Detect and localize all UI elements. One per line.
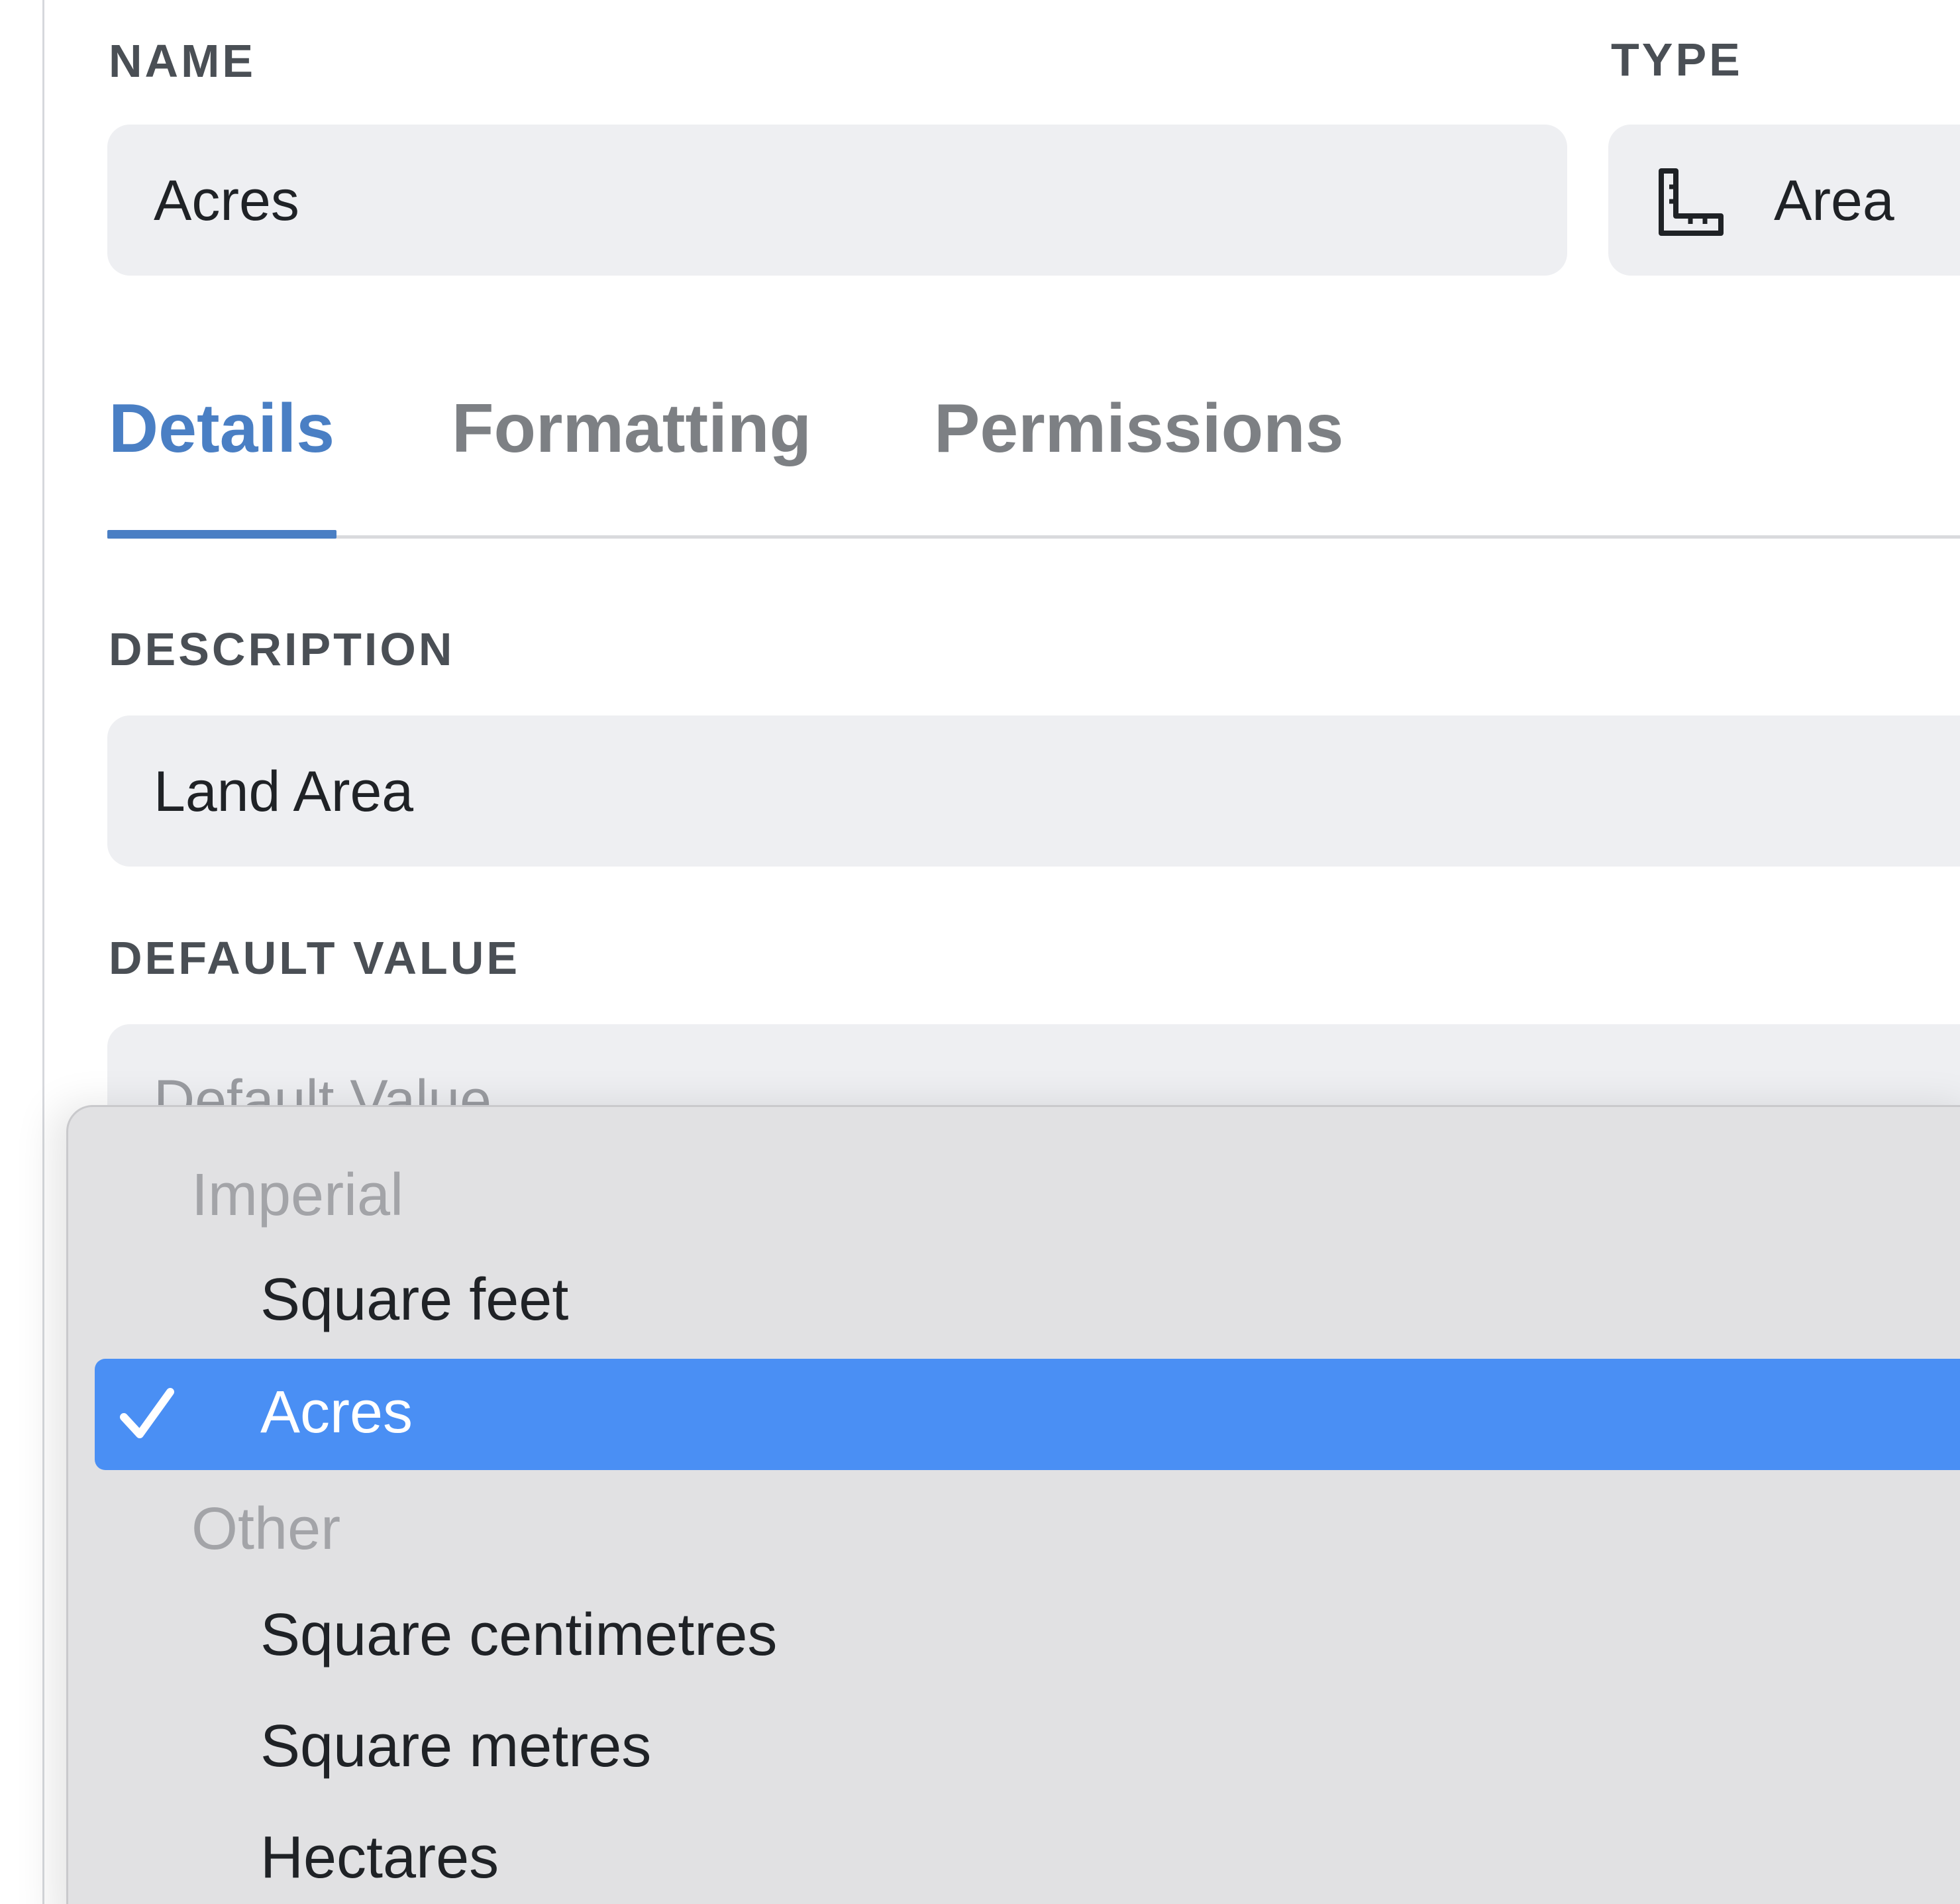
description-input[interactable]: Land Area bbox=[107, 715, 1960, 867]
name-input-value: Acres bbox=[154, 169, 299, 233]
ruler-icon bbox=[1659, 168, 1724, 236]
type-label: TYPE bbox=[1611, 34, 1743, 85]
panel-left-border bbox=[42, 0, 44, 1904]
option-label: Square centimetres bbox=[260, 1602, 778, 1668]
unit-dropdown-menu: Imperial Square feet Acres Other Square … bbox=[66, 1105, 1960, 1904]
description-input-value: Land Area bbox=[154, 760, 414, 823]
field-editor-panel: NAME Acres TYPE Area Details Formatting … bbox=[0, 0, 1960, 1904]
option-square-centimetres[interactable]: Square centimetres bbox=[95, 1581, 1960, 1693]
option-label: Acres bbox=[260, 1379, 413, 1446]
tab-permissions[interactable]: Permissions bbox=[934, 390, 1344, 468]
group-header-other: Other bbox=[191, 1496, 341, 1562]
tab-formatting[interactable]: Formatting bbox=[452, 390, 811, 468]
tab-details[interactable]: Details bbox=[109, 390, 335, 468]
group-header-imperial: Imperial bbox=[191, 1162, 404, 1228]
option-label: Square feet bbox=[260, 1267, 569, 1333]
option-label: Hectares bbox=[260, 1825, 499, 1891]
option-label: Square metres bbox=[260, 1713, 652, 1779]
option-acres[interactable]: Acres bbox=[95, 1359, 1960, 1470]
default-value-label: DEFAULT VALUE bbox=[109, 932, 521, 984]
checkmark-icon bbox=[120, 1388, 174, 1438]
option-square-feet[interactable]: Square feet bbox=[95, 1246, 1960, 1357]
active-tab-indicator bbox=[107, 530, 336, 539]
type-select-value: Area bbox=[1774, 169, 1894, 233]
tabs-divider bbox=[107, 535, 1960, 539]
description-label: DESCRIPTION bbox=[109, 623, 455, 675]
option-hectares[interactable]: Hectares bbox=[95, 1804, 1960, 1904]
option-square-metres[interactable]: Square metres bbox=[95, 1693, 1960, 1804]
name-input[interactable]: Acres bbox=[107, 125, 1567, 276]
name-label: NAME bbox=[109, 35, 256, 87]
